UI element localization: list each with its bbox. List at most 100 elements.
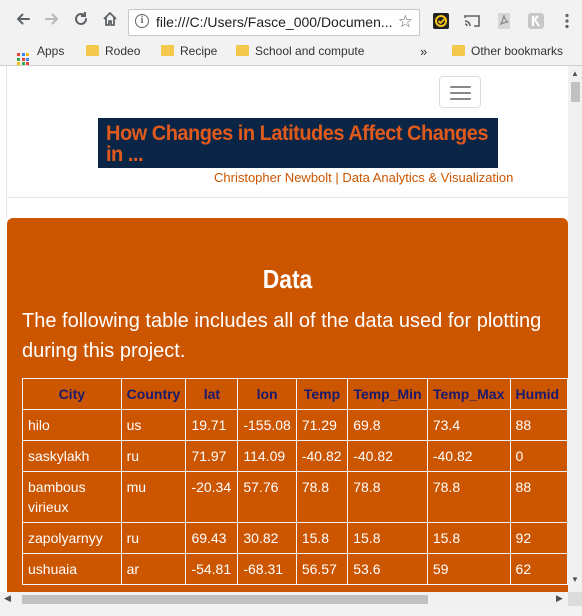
bookmarks-bar: Apps Rodeo Recipe School and compute » O… [0,38,582,66]
extension-check-icon[interactable] [432,12,450,30]
back-arrow-icon[interactable] [12,8,34,30]
site-banner[interactable]: How Changes in Latitudes Affect Changes … [98,118,498,168]
table-cell: 78.8 [295,471,349,523]
window-bottom-edge [0,606,582,616]
hamburger-line [450,92,471,94]
table-cell: ru [120,522,187,554]
table-cell: 78.8 [426,471,511,523]
table-cell: hilo [22,409,122,441]
table-cell: 78.8 [347,471,428,523]
table-cell: 69.8 [347,409,428,441]
home-icon[interactable] [99,8,121,30]
table-row: hilo us 19.71 -155.08 71.29 69.8 73.4 88 [22,409,568,441]
table-cell: 56.57 [295,553,349,585]
table-cell: -40.82 [347,440,428,472]
table-cell: 114.09 [237,440,297,472]
table-cell: 88 [509,409,568,441]
reload-icon[interactable] [70,8,92,30]
browser-toolbar: i file:///C:/Users/Fasce_000/Documen... … [0,0,582,38]
table-cell: -40.82 [426,440,511,472]
apps-grid-icon [17,53,29,65]
scrollbar-thumb[interactable] [22,595,428,604]
site-byline[interactable]: Christopher Newbolt | Data Analytics & V… [214,170,513,185]
bookmark-recipe[interactable]: Recipe [161,44,217,58]
bookmark-label: Other bookmarks [471,44,564,58]
page-border [6,66,7,218]
column-header[interactable]: lon [237,378,297,410]
table-row: saskylakh ru 71.97 114.09 -40.82 -40.82 … [22,440,568,472]
page-viewport: How Changes in Latitudes Affect Changes … [0,66,568,592]
table-cell: 30.82 [237,522,297,554]
menu-dots-icon[interactable] [558,12,576,30]
table-container[interactable]: City Country lat lon Temp Temp_Min Temp_… [22,378,568,592]
scrollbar-thumb[interactable] [571,82,580,102]
scrollbar-corner [568,592,582,606]
scroll-up-arrow-icon[interactable]: ▲ [571,69,579,78]
column-header[interactable]: Temp_Max [426,378,511,410]
bookmark-star-icon[interactable]: ☆ [398,12,413,32]
column-header[interactable]: Temp_Min [347,378,428,410]
divider [7,197,568,198]
column-header[interactable]: Temp [295,378,349,410]
table-cell: ru [120,440,187,472]
table-cell: -68.31 [237,553,297,585]
hamburger-line [450,98,471,100]
scroll-right-arrow-icon[interactable]: ▶ [556,593,563,604]
banner-title: How Changes in Latitudes Affect Changes … [106,121,489,167]
table-cell: ushuaia [22,553,122,585]
bookmarks-overflow-chevron[interactable]: » [420,44,427,59]
profile-extension-icon[interactable] [527,12,545,30]
bookmark-other[interactable]: Other bookmarks [452,44,563,58]
cast-icon[interactable] [463,12,481,30]
table-cell: 88 [509,471,568,523]
table-cell: 53.6 [347,553,428,585]
table-row: bambous virieux mu -20.34 57.76 78.8 78.… [22,471,568,523]
column-header[interactable]: lat [185,378,239,410]
table-cell: 59 [426,553,511,585]
table-cell: bambous virieux [22,471,122,523]
column-header[interactable]: City [22,378,122,410]
table-cell: -54.81 [185,553,239,585]
vertical-scrollbar[interactable]: ▲ ▼ [568,66,582,592]
address-bar[interactable]: i file:///C:/Users/Fasce_000/Documen... … [128,9,420,36]
scroll-left-arrow-icon[interactable]: ◀ [4,593,11,604]
table-cell: 0 [509,440,568,472]
bookmark-label: Rodeo [105,44,141,58]
table-cell: 57.76 [237,471,297,523]
panel-description: The following table includes all of the … [22,310,542,362]
table-cell: us [120,409,187,441]
info-icon[interactable]: i [135,14,149,28]
table-cell: 19.71 [185,409,239,441]
table-cell: mu [120,471,187,523]
table-row: zapolyarnyy ru 69.43 30.82 15.8 15.8 15.… [22,522,568,554]
folder-icon [86,45,99,56]
column-header[interactable]: Country [120,378,187,410]
table-cell: 92 [509,522,568,554]
navbar-toggle-button[interactable] [439,76,481,108]
table-cell: 15.8 [426,522,511,554]
table-cell: 69.43 [185,522,239,554]
table-row: ushuaia ar -54.81 -68.31 56.57 53.6 59 6… [22,553,568,585]
bookmark-school[interactable]: School and compute [236,44,364,58]
url-text[interactable]: file:///C:/Users/Fasce_000/Documen... [156,14,393,30]
pdf-extension-icon[interactable] [495,12,513,30]
data-table: City Country lat lon Temp Temp_Min Temp_… [22,378,568,585]
forward-arrow-icon[interactable] [41,8,63,30]
table-cell: ar [120,553,187,585]
table-cell: -40.82 [295,440,349,472]
hamburger-line [450,86,471,88]
table-cell: saskylakh [22,440,122,472]
table-cell: -155.08 [237,409,297,441]
bookmark-rodeo[interactable]: Rodeo [86,44,140,58]
table-cell: 73.4 [426,409,511,441]
horizontal-scrollbar[interactable]: ◀ ▶ [0,592,568,606]
column-header[interactable]: Humid [509,378,568,410]
scroll-down-arrow-icon[interactable]: ▼ [571,575,579,584]
data-panel: Data The following table includes all of… [7,218,568,592]
table-cell: 71.29 [295,409,349,441]
table-header-row: City Country lat lon Temp Temp_Min Temp_… [22,378,568,410]
bookmark-label: Recipe [180,44,218,58]
table-cell: 15.8 [347,522,428,554]
table-cell: -20.34 [185,471,239,523]
bookmark-apps[interactable]: Apps [17,44,64,65]
